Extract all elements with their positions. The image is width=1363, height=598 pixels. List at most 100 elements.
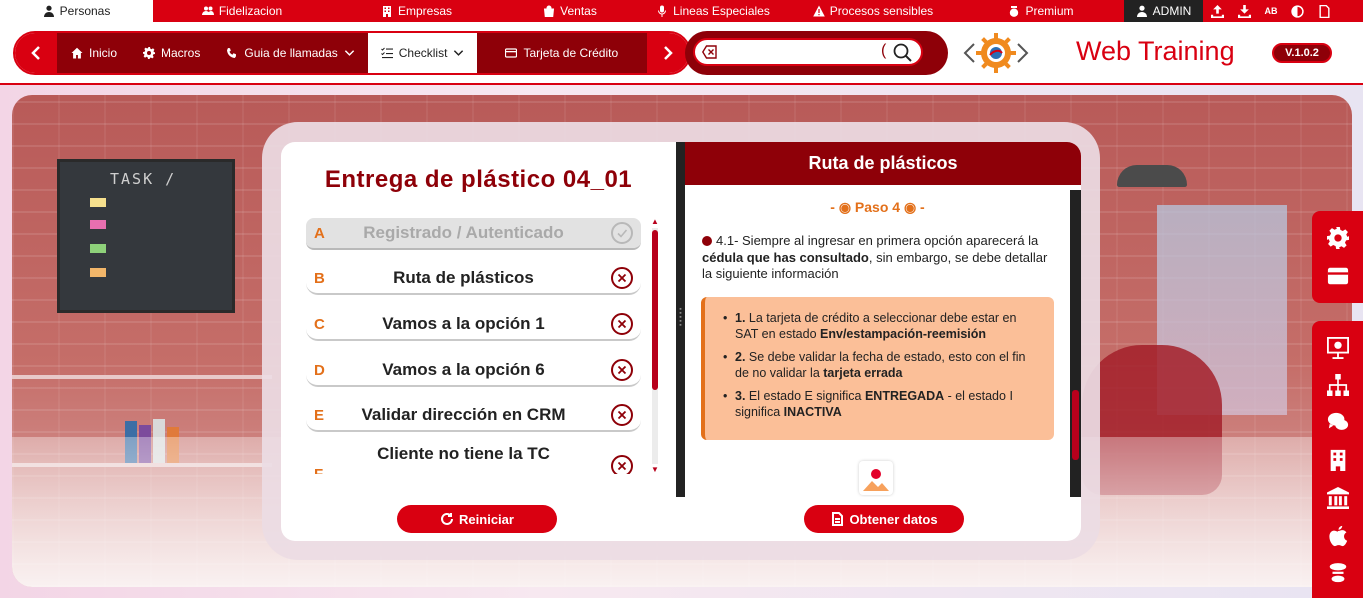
brand-title: Web Training (1076, 36, 1235, 66)
checklist-scrollbar[interactable]: ▲ ▼ (650, 218, 660, 474)
checklist-list: A Registrado / Autenticado B Ruta de plá… (306, 218, 641, 474)
tab-fidelizacion[interactable]: Fidelizacion (153, 0, 331, 22)
admin-menu[interactable]: ADMIN (1124, 0, 1203, 22)
scroll-down-icon[interactable]: ▼ (650, 466, 660, 474)
users-icon (201, 6, 214, 15)
nav-next-button[interactable] (647, 33, 689, 73)
drag-handle-icon[interactable]: ▪ ▪ ▪ ▪ ▪ (677, 306, 684, 332)
sticky-note (90, 244, 106, 253)
clear-icon[interactable] (702, 45, 717, 59)
scroll-thumb[interactable] (652, 230, 658, 390)
bag-icon (544, 5, 555, 17)
nav-item-label: Macros (161, 46, 201, 60)
intro-text: 4.1- Siempre al ingresar en primera opci… (716, 233, 1039, 248)
search-bar: ( (685, 31, 948, 75)
spellcheck-button[interactable]: AB (1258, 0, 1284, 22)
checklist-modal: Entrega de plástico 04_01 A Registrado /… (281, 142, 1081, 541)
checklist-item[interactable]: C Vamos a la opción 1 (306, 309, 641, 341)
gear-icon (1327, 227, 1349, 249)
card-button[interactable] (1326, 264, 1350, 288)
tab-label: Fidelizacion (218, 4, 283, 18)
download-button[interactable] (1231, 0, 1258, 22)
checklist-item[interactable]: B Ruta de plásticos (306, 263, 641, 295)
step-title: - ◉ Paso 4 ◉ - (830, 199, 925, 215)
upload-button[interactable] (1203, 0, 1231, 22)
nav-item-guia-llamadas[interactable]: Guia de llamadas (213, 33, 367, 73)
contrast-button[interactable] (1284, 0, 1310, 22)
tab-premium[interactable]: Premium (958, 0, 1124, 22)
nav-item-checklist[interactable]: Checklist (367, 33, 478, 73)
top-menu-bar: Personas Fidelizacion Empresas Ventas Li… (0, 0, 1363, 22)
chat-icon (1327, 412, 1349, 430)
nav-prev-button[interactable] (15, 33, 57, 73)
apple-button[interactable] (1326, 524, 1350, 548)
presentation-button[interactable] (1326, 336, 1350, 360)
document-button[interactable] (1310, 0, 1339, 22)
user-icon (1136, 5, 1147, 17)
download-icon (1238, 4, 1251, 18)
settings-button[interactable] (1326, 226, 1350, 250)
sticky-note (90, 198, 106, 207)
sitemap-icon (1327, 374, 1349, 396)
sitemap-button[interactable] (1326, 373, 1350, 397)
checklist-panel: Entrega de plástico 04_01 A Registrado /… (281, 142, 676, 541)
checklist-item[interactable]: D Vamos a la opción 6 (306, 355, 641, 387)
detail-header: Ruta de plásticos (685, 142, 1081, 185)
person-icon (43, 5, 54, 17)
checklist-item[interactable]: A Registrado / Autenticado (306, 218, 641, 250)
detail-scrollbar[interactable] (1070, 190, 1081, 497)
info-item: 2. Se debe validar la fecha de estado, e… (723, 350, 1038, 381)
reset-label: Reiniciar (459, 511, 514, 527)
checklist-item[interactable]: E Validar dirección en CRM (306, 400, 641, 432)
nav-item-macros[interactable]: Macros (130, 33, 213, 73)
get-data-label: Obtener datos (849, 511, 938, 527)
tab-label: Ventas (560, 4, 597, 18)
nav-item-tarjeta-credito[interactable]: Tarjeta de Crédito (477, 33, 631, 73)
tab-ventas[interactable]: Ventas (502, 0, 638, 22)
building-button[interactable] (1326, 448, 1350, 472)
task-board: TASK / (57, 159, 235, 313)
intro-bold: cédula que has consultado (702, 249, 869, 265)
checklist-icon (380, 47, 393, 59)
nav-item-inicio[interactable]: Inicio (57, 33, 130, 73)
nav-item-label: Tarjeta de Crédito (523, 46, 619, 60)
scroll-up-icon[interactable]: ▲ (650, 218, 660, 226)
nav-items: Inicio Macros Guia de llamadas Checklist… (57, 33, 649, 73)
accessibility-button[interactable] (1326, 561, 1350, 585)
close-icon (611, 313, 633, 335)
building-icon (382, 6, 391, 17)
chevron-left-icon (31, 46, 40, 60)
image-icon (859, 461, 893, 495)
tab-procesos-sensibles[interactable]: Procesos sensibles (788, 0, 958, 22)
item-letter: C (314, 315, 325, 333)
checklist-item[interactable]: F Cliente no tiene la TC (306, 444, 641, 474)
item-label: Validar dirección en CRM (361, 405, 566, 424)
upload-icon (1210, 4, 1224, 18)
search-input[interactable] (723, 43, 883, 61)
tab-personas[interactable]: Personas (0, 0, 153, 22)
tab-empresas[interactable]: Empresas (331, 0, 502, 22)
card-icon (1327, 267, 1349, 285)
premium-icon (1010, 6, 1019, 17)
chevron-right-icon (664, 46, 673, 60)
item-letter: E (314, 406, 325, 424)
item-letter: F (314, 466, 323, 474)
reset-button[interactable]: Reiniciar (397, 505, 557, 533)
bullet-icon (702, 236, 712, 246)
card-icon (505, 48, 518, 58)
close-icon (611, 455, 633, 474)
get-data-button[interactable]: Obtener datos (804, 505, 964, 533)
check-icon (611, 222, 633, 244)
nav-item-label: Guia de llamadas (244, 46, 338, 60)
chevron-down-icon (454, 50, 464, 56)
tab-lineas-especiales[interactable]: Lineas Especiales (638, 0, 788, 22)
search-icon[interactable] (893, 43, 912, 62)
panel-splitter[interactable]: ▪ ▪ ▪ ▪ ▪ (676, 142, 685, 497)
scroll-thumb[interactable] (1072, 390, 1079, 460)
microphone-icon (658, 5, 667, 17)
side-toolbar-top (1312, 211, 1363, 303)
ceiling-lamp (1117, 165, 1187, 187)
item-label: Vamos a la opción 1 (382, 314, 545, 333)
bank-button[interactable] (1326, 486, 1350, 510)
chat-button[interactable] (1326, 410, 1350, 434)
